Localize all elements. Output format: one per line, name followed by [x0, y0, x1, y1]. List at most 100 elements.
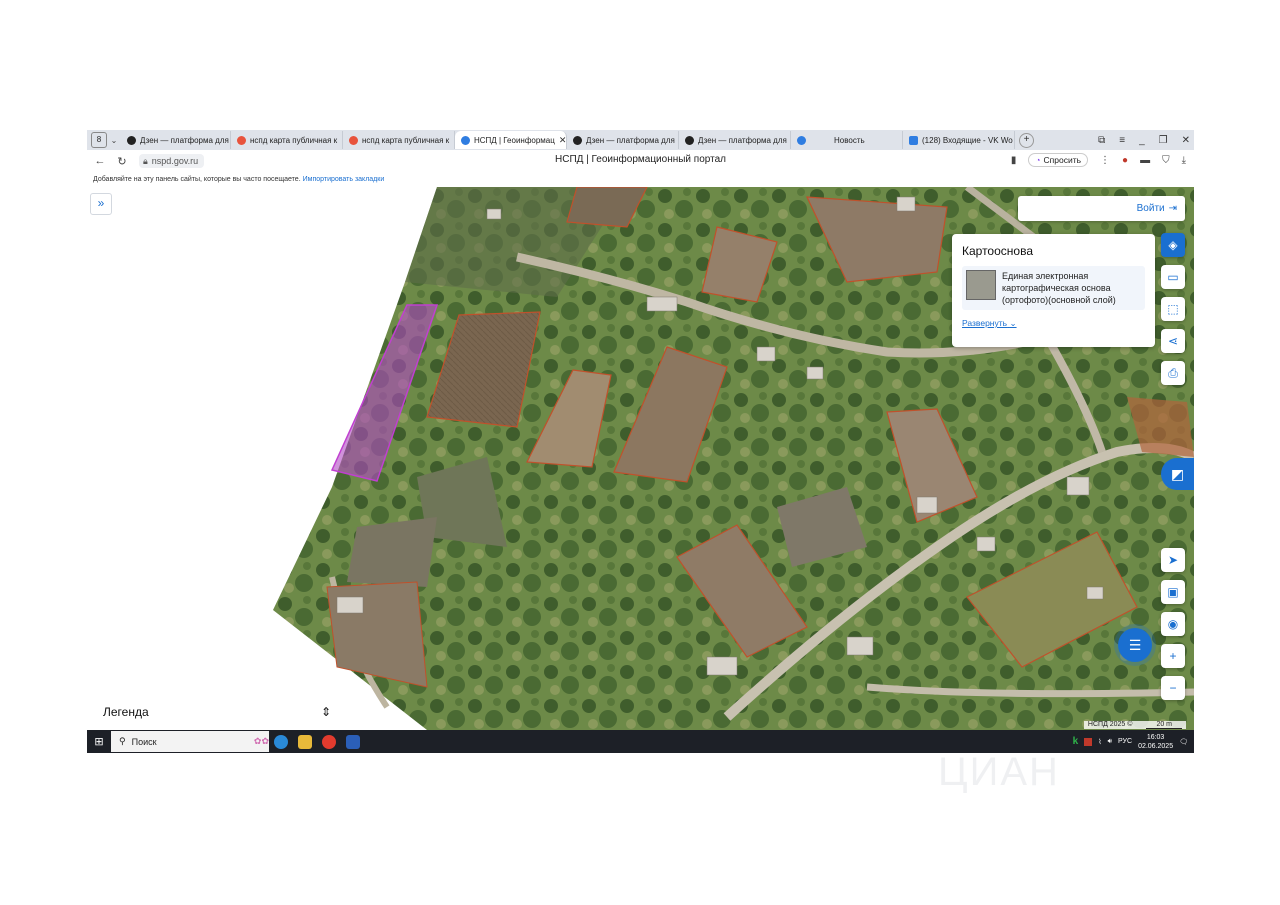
- zoom-in-button[interactable]: +: [1161, 644, 1185, 668]
- yandex-icon: [237, 135, 246, 145]
- tab-nspd-search-2[interactable]: нспд карта публичная к: [343, 131, 455, 149]
- layer-thumbnail: [966, 270, 996, 300]
- tab-dzen-1[interactable]: Дзен — платформа для: [121, 131, 231, 149]
- url-field[interactable]: 🔒︎ nspd.gov.ru: [139, 154, 205, 168]
- network-icon[interactable]: ⌇: [1098, 738, 1101, 746]
- windows-start-icon[interactable]: ⊞: [87, 735, 111, 748]
- kaspersky-icon[interactable]: k: [1073, 736, 1079, 747]
- minus-icon: −: [1169, 681, 1177, 695]
- mail-icon: [909, 135, 918, 145]
- layers-icon: ◈: [1168, 238, 1178, 252]
- side-panel-tab[interactable]: ◩: [1161, 458, 1194, 490]
- chat-button[interactable]: ☰: [1118, 628, 1152, 662]
- tab-dzen-2[interactable]: Дзен — платформа для: [567, 131, 679, 149]
- ruler-icon: ▭: [1167, 270, 1179, 284]
- map-footer: НСПД 2025 © 20 m: [1083, 721, 1186, 729]
- window-controls: ⧉ ≡ _ ❐ ✕: [1098, 130, 1190, 150]
- tabs-dropdown-icon[interactable]: ⌄: [107, 136, 121, 145]
- alice-icon: ◔: [1035, 155, 1041, 165]
- login-label: Войти: [1136, 203, 1165, 214]
- tab-label: нспд карта публичная к: [362, 135, 450, 145]
- minimap-button[interactable]: ▣: [1161, 580, 1185, 604]
- zoom-out-button[interactable]: −: [1161, 676, 1185, 700]
- copyright-text: НСПД 2025 ©: [1087, 721, 1133, 728]
- tab-dzen-3[interactable]: Дзен — платформа для: [679, 131, 791, 149]
- search-icon: ⚲: [119, 736, 126, 746]
- minimize-icon[interactable]: _: [1139, 135, 1145, 146]
- taskbar-search[interactable]: ⚲ Поиск ✿✿: [111, 731, 269, 752]
- taskbar-explorer[interactable]: [293, 730, 317, 753]
- taskbar-edge[interactable]: [269, 730, 293, 753]
- expand-link[interactable]: Развернуть ⌄: [962, 318, 1145, 329]
- layer-name: Единая электронная картографическая осно…: [1002, 271, 1116, 305]
- notifications-icon[interactable]: 🗨︎: [1179, 738, 1188, 746]
- tab-news[interactable]: Новость: [791, 131, 903, 149]
- legend-label: Легенда: [103, 704, 149, 719]
- layers-tool-button[interactable]: ◈: [1161, 233, 1185, 257]
- login-bar[interactable]: Войти ⇥: [1018, 196, 1185, 221]
- taskbar-yandex-browser[interactable]: [317, 730, 341, 753]
- map-view[interactable]: » Войти ⇥ Картооснова Единая электронная…: [87, 187, 1194, 730]
- more-icon[interactable]: ⋮: [1100, 155, 1110, 166]
- flowers-decoration-icon: ✿✿: [253, 736, 269, 746]
- collections-icon[interactable]: ⧉: [1098, 135, 1105, 146]
- basemap-layer-item[interactable]: Единая электронная картографическая осно…: [962, 266, 1145, 310]
- back-arrow-icon[interactable]: ←: [89, 155, 111, 167]
- clock[interactable]: 16:03 02.06.2025: [1138, 733, 1173, 751]
- tab-label: Дзен — платформа для: [698, 135, 787, 145]
- legend-dropdown[interactable]: Легенда ⇕: [93, 699, 341, 724]
- import-bookmarks-link[interactable]: Импортировать закладки: [303, 176, 385, 183]
- menu-icon[interactable]: ≡: [1119, 135, 1125, 146]
- folder-icon: [298, 734, 312, 749]
- tab-vk-mail[interactable]: (128) Входящие - VK Wo: [903, 131, 1015, 149]
- chat-icon: ☰: [1128, 637, 1142, 653]
- extension-icon[interactable]: ●: [1122, 155, 1128, 166]
- download-icon[interactable]: ⤓: [1182, 155, 1186, 166]
- yandex-icon: [349, 135, 358, 145]
- restore-icon[interactable]: ❐: [1159, 135, 1168, 146]
- new-tab-button[interactable]: +: [1019, 132, 1034, 148]
- tab-label: Новость: [834, 135, 865, 145]
- close-window-icon[interactable]: ✕: [1182, 135, 1190, 146]
- tab-bar: 8 ⌄ Дзен — платформа для нспд карта публ…: [87, 130, 1194, 150]
- watermark: ЦИАН: [938, 750, 1060, 794]
- taskbar-word[interactable]: [341, 730, 365, 753]
- share-button[interactable]: ⋖: [1161, 329, 1185, 353]
- screen: 8 ⌄ Дзен — платформа для нспд карта публ…: [87, 130, 1194, 753]
- tray-app-icon[interactable]: [1084, 737, 1093, 746]
- tab-nspd-portal[interactable]: НСПД | Геоинформац ✕: [455, 131, 567, 149]
- sort-arrows-icon: ⇕: [320, 704, 331, 719]
- yandex-browser-icon: [322, 734, 336, 749]
- clock-time: 16:03: [1146, 733, 1165, 741]
- tab-label: (128) Входящие - VK Wo: [922, 135, 1013, 145]
- lock-icon: 🔒︎: [143, 156, 148, 166]
- ask-button[interactable]: ◔ Спросить: [1028, 153, 1089, 167]
- language-indicator[interactable]: РУС: [1118, 738, 1132, 745]
- shield-icon[interactable]: ⛉: [1162, 155, 1170, 166]
- system-tray: k ⌇ 🔊︎ РУС 16:03 02.06.2025 🗨︎: [1073, 730, 1188, 753]
- print-icon: ⎙: [1168, 366, 1178, 380]
- tab-nspd-search-1[interactable]: нспд карта публичная к: [231, 131, 343, 149]
- basemap-panel: Картооснова Единая электронная картограф…: [952, 234, 1155, 347]
- measure-tool-button[interactable]: ▭: [1161, 265, 1185, 289]
- print-button[interactable]: ⎙: [1161, 361, 1185, 385]
- vpn-icon[interactable]: ▬: [1140, 155, 1150, 166]
- dzen-icon: [127, 135, 136, 145]
- geolocate-button[interactable]: ➤: [1161, 548, 1185, 572]
- map-icon: ◩: [1170, 466, 1185, 482]
- search-coordinates-button[interactable]: ◉: [1161, 612, 1185, 636]
- search-placeholder: Поиск: [131, 736, 157, 747]
- bookmark-icon[interactable]: ▮: [1011, 155, 1017, 166]
- volume-icon[interactable]: 🔊︎: [1108, 738, 1112, 746]
- expand-panel-button[interactable]: »: [90, 193, 112, 215]
- select-area-tool-button[interactable]: ⬚: [1161, 297, 1185, 321]
- tab-label: НСПД | Геоинформац: [474, 135, 555, 145]
- expand-label: Развернуть: [962, 318, 1008, 328]
- reload-icon[interactable]: ↻: [111, 155, 133, 168]
- close-tab-icon[interactable]: ✕: [559, 135, 566, 146]
- dzen-icon: [573, 135, 582, 145]
- tab-counter[interactable]: 8: [91, 132, 107, 148]
- clock-date: 02.06.2025: [1138, 742, 1174, 750]
- tab-label: Дзен — платформа для: [586, 135, 675, 145]
- select-area-icon: ⬚: [1167, 302, 1179, 316]
